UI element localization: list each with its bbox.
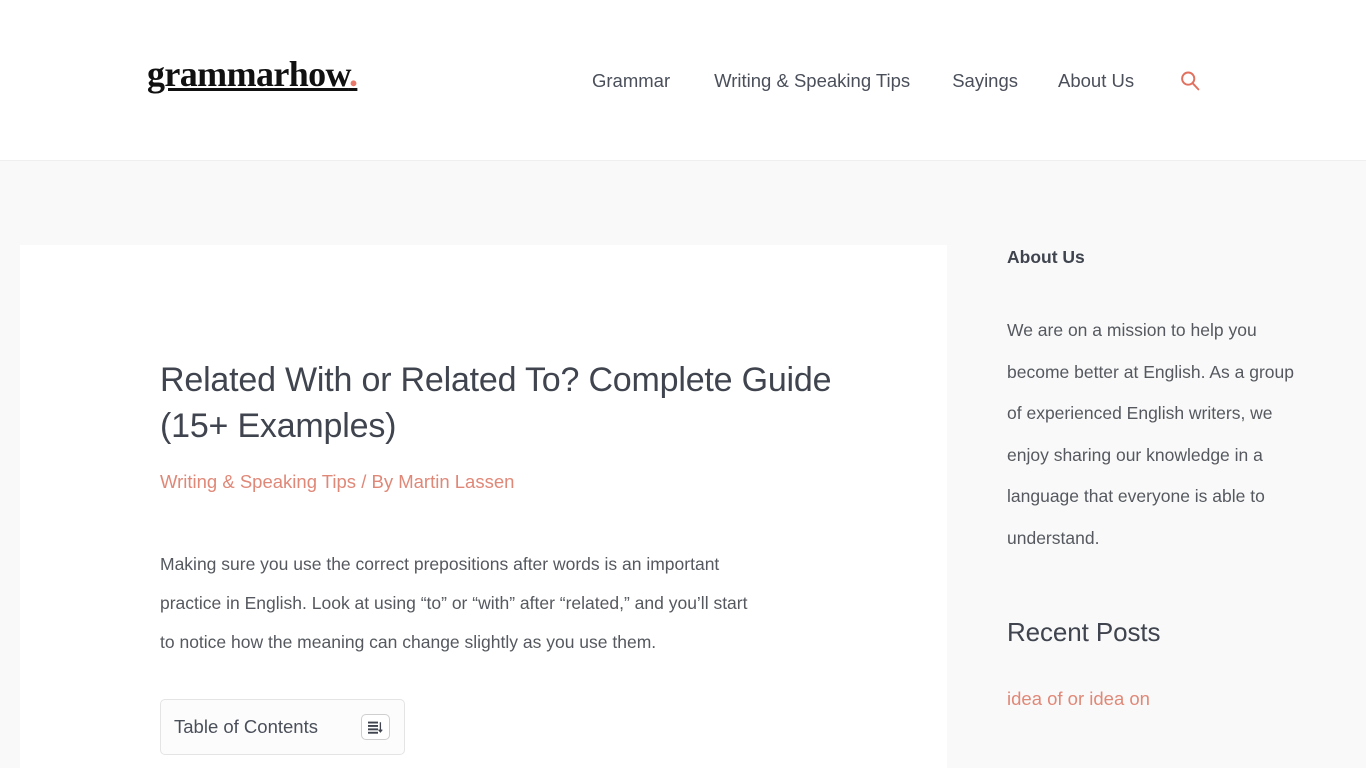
sidebar-widget-title-recent-posts: Recent Posts — [1007, 617, 1161, 647]
table-of-contents-title: Table of Contents — [174, 716, 318, 737]
article-author-link[interactable]: Martin Lassen — [398, 471, 514, 492]
search-button[interactable] — [1178, 69, 1202, 93]
site-logo-dot: . — [348, 54, 358, 94]
toc-list-toggle-icon — [368, 721, 383, 734]
site-logo[interactable]: grammarhow. — [147, 54, 358, 94]
recent-posts-list: idea of or idea on — [1007, 687, 1317, 713]
site-logo-text: grammarhow — [147, 54, 350, 94]
sidebar-about-text: We are on a mission to help you become b… — [1007, 320, 1294, 548]
table-of-contents-box[interactable]: Table of Contents — [160, 699, 405, 755]
article: Related With or Related To? Complete Gui… — [20, 245, 840, 755]
sidebar-widget-title-about: About Us — [1007, 247, 1085, 267]
article-byline: Writing & Speaking Tips / By Martin Lass… — [160, 470, 840, 494]
nav-item-sayings[interactable]: Sayings — [952, 69, 1018, 93]
nav-item-about-us[interactable]: About Us — [1058, 69, 1134, 93]
article-category-link[interactable]: Writing & Speaking Tips — [160, 471, 356, 492]
page-body: Related With or Related To? Complete Gui… — [0, 161, 1366, 768]
nav-item-grammar[interactable]: Grammar — [592, 69, 670, 93]
search-icon — [1181, 71, 1200, 91]
table-of-contents-toggle-button[interactable] — [361, 714, 390, 740]
nav-item-writing-speaking-tips[interactable]: Writing & Speaking Tips — [714, 69, 910, 93]
article-intro-paragraph: Making sure you use the correct preposit… — [160, 554, 748, 652]
site-header: grammarhow. Grammar Writing & Speaking T… — [0, 0, 1366, 161]
list-item: idea of or idea on — [1007, 687, 1317, 713]
content-card: Related With or Related To? Complete Gui… — [20, 245, 947, 768]
page-title: Related With or Related To? Complete Gui… — [160, 361, 832, 445]
byline-separator: / By — [361, 471, 394, 492]
recent-post-link[interactable]: idea of or idea on — [1007, 688, 1150, 709]
main-navigation: Grammar Writing & Speaking Tips Sayings … — [592, 69, 1202, 93]
sidebar: About Us We are on a mission to help you… — [1007, 245, 1317, 713]
